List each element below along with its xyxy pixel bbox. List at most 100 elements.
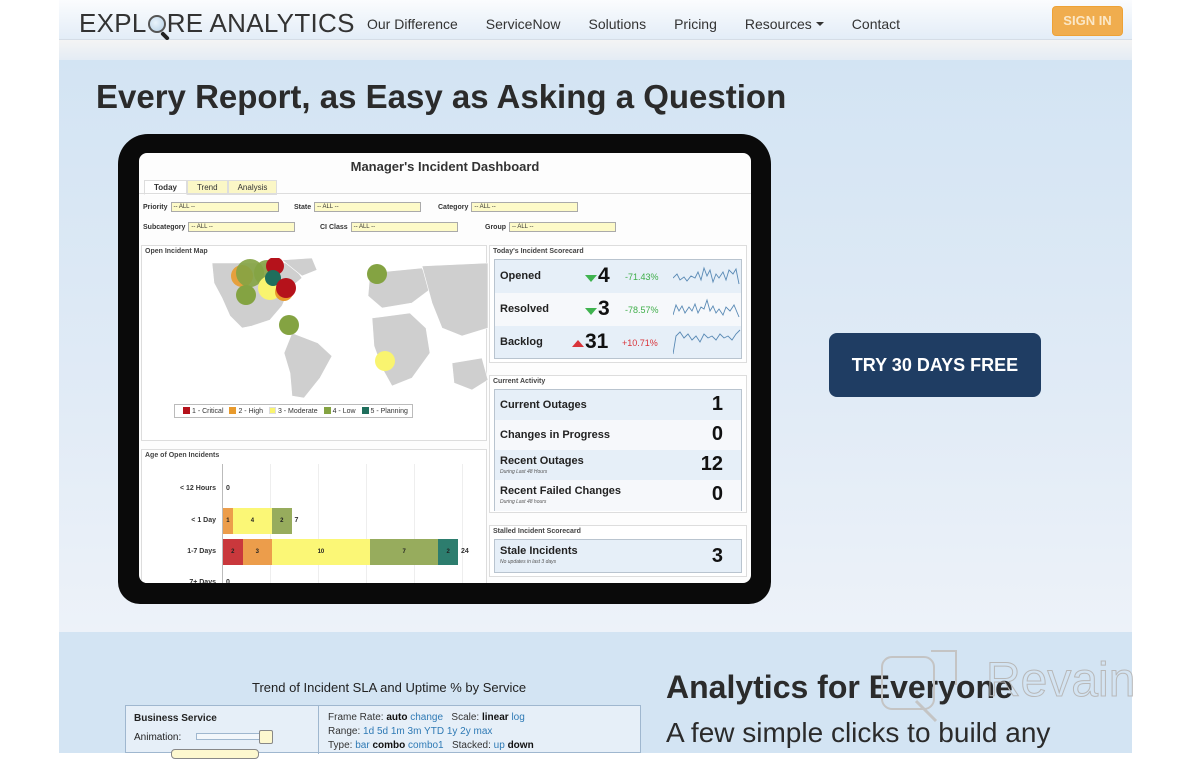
nav-solutions[interactable]: Solutions <box>588 16 646 32</box>
legend-label: 4 - Low <box>332 408 356 415</box>
range-3m-link[interactable]: 3m <box>408 726 422 737</box>
category-label: 7+ Days <box>189 579 216 583</box>
nav-our-difference[interactable]: Our Difference <box>367 16 458 32</box>
legend-label: 3 - Moderate <box>277 408 318 415</box>
nav-resources[interactable]: Resources <box>745 16 824 32</box>
activity-row: Current Outages 1 <box>495 390 741 420</box>
range-max-link[interactable]: max <box>474 726 493 737</box>
filter-select[interactable]: -- ALL -- <box>471 202 579 212</box>
sparkline-backlog <box>673 329 741 355</box>
row-value: 0 <box>711 423 723 445</box>
filter-category: Category -- ALL -- <box>438 202 579 212</box>
trend-title: Trend of Incident SLA and Uptime % by Se… <box>252 680 527 695</box>
range-1d-link[interactable]: 1d <box>363 726 374 737</box>
legend-label: 1 - Critical <box>192 408 224 415</box>
bar-segment: 10 <box>271 539 370 565</box>
range-controls: Range: 1d 5d 1m 3m YTD 1y 2y max <box>328 726 492 737</box>
bubble-low <box>236 285 256 305</box>
scale-log-link[interactable]: log <box>511 712 524 723</box>
logo-text-start: EXPL <box>79 8 147 38</box>
filter-label: Category <box>438 203 469 211</box>
tab-divider <box>139 193 751 194</box>
trend-down-icon <box>585 275 597 282</box>
stacked-down: down <box>507 740 534 751</box>
bar-total-label: 24 <box>461 548 469 555</box>
legend-swatch-high <box>229 407 237 414</box>
main-nav: Our Difference ServiceNow Solutions Pric… <box>367 16 928 32</box>
row-label: Stale Incidents <box>500 545 578 557</box>
bar-segment: 4 <box>232 508 272 534</box>
filter-subcategory: Subcategory -- ALL -- <box>143 222 296 232</box>
logo-text-end: RE ANALYTICS <box>166 8 355 38</box>
bar-segment: 7 <box>369 539 439 565</box>
legend-swatch-planning <box>361 407 369 414</box>
animation-slider-handle[interactable] <box>259 730 273 744</box>
frame-rate-change-link[interactable]: change <box>410 712 443 723</box>
dashboard-screenshot: Manager's Incident Dashboard Today Trend… <box>139 153 751 583</box>
scorecard-row-backlog: Backlog 31 +10.71% <box>495 326 741 359</box>
bar-total-label: 0 <box>226 485 230 492</box>
type-combo1-link[interactable]: combo1 <box>408 740 444 751</box>
business-service-panel: Business Service Animation: <box>126 706 319 759</box>
sign-in-button[interactable]: SIGN IN <box>1052 6 1123 36</box>
asia-shape <box>421 262 488 337</box>
nav-servicenow[interactable]: ServiceNow <box>486 16 561 32</box>
bar-segment: 2 <box>223 539 243 565</box>
legend-label: 2 - High <box>238 408 263 415</box>
stacked-up-link[interactable]: up <box>494 740 505 751</box>
row-label: Changes in Progress <box>500 429 611 441</box>
africa-shape <box>371 312 431 387</box>
type-bar-link[interactable]: bar <box>355 740 369 751</box>
panel-title: Current Activity <box>493 378 546 385</box>
row-sublabel: During Last 48 Hours <box>500 469 548 475</box>
gridline <box>414 464 415 583</box>
scorecard-row-opened: Opened 4 -71.43% <box>495 260 741 293</box>
filter-label: Priority <box>143 203 168 211</box>
gridline <box>318 464 319 583</box>
range-1y-link[interactable]: 1y <box>447 726 458 737</box>
bubble-low <box>367 264 387 284</box>
sparkline-resolved <box>673 298 740 318</box>
dashboard-title: Manager's Incident Dashboard <box>350 159 540 174</box>
row-label: Resolved <box>500 303 549 315</box>
magnifier-icon <box>147 15 166 33</box>
sparkline-opened <box>673 266 740 285</box>
analytics-subtitle: A few simple clicks to build any <box>666 717 1051 748</box>
type-label: Type: <box>328 740 353 751</box>
range-2y-link[interactable]: 2y <box>460 726 471 737</box>
stalled-scorecard-panel: Stalled Incident Scorecard Stale Inciden… <box>489 525 747 577</box>
australia-shape <box>451 357 488 391</box>
caret-down-icon <box>815 22 824 26</box>
frame-rate-value: auto <box>386 712 408 723</box>
filter-group: Group -- ALL -- <box>485 222 616 232</box>
bar-total-label: 0 <box>226 579 230 583</box>
filter-select[interactable]: -- ALL -- <box>170 202 279 212</box>
row-label: Opened <box>500 270 541 282</box>
filter-label: Subcategory <box>143 223 186 231</box>
filter-select[interactable]: -- ALL -- <box>509 222 616 232</box>
bar-segment: 3 <box>242 539 272 565</box>
logo[interactable]: EXPL RE ANALYTICS <box>79 8 355 39</box>
filter-ci-class: CI Class -- ALL -- <box>320 222 458 232</box>
filter-select[interactable]: -- ALL -- <box>188 222 296 232</box>
filter-state: State -- ALL -- <box>294 202 422 212</box>
frame-rate-label: Frame Rate: <box>328 712 384 723</box>
range-1m-link[interactable]: 1m <box>391 726 405 737</box>
service-input[interactable] <box>171 749 259 759</box>
range-5d-link[interactable]: 5d <box>377 726 388 737</box>
activity-row: Changes in Progress 0 <box>495 420 741 450</box>
map-legend: 1 - Critical 2 - High 3 - Moderate 4 - L… <box>174 404 413 418</box>
trend-up-icon <box>572 340 584 347</box>
filter-select[interactable]: -- ALL -- <box>350 222 458 232</box>
frame-rate-controls: Frame Rate: auto change Scale: linear lo… <box>328 712 525 723</box>
bar-total-label: 7 <box>294 517 299 524</box>
try-free-button[interactable]: TRY 30 DAYS FREE <box>829 333 1041 397</box>
range-ytd-link[interactable]: YTD <box>424 726 444 737</box>
category-label: < 12 Hours <box>180 485 216 492</box>
filter-select[interactable]: -- ALL -- <box>314 202 422 212</box>
nav-pricing[interactable]: Pricing <box>674 16 717 32</box>
filter-priority: Priority -- ALL -- <box>143 202 279 212</box>
top-nav-bar: EXPL RE ANALYTICS Our Difference ServiceN… <box>59 0 1132 40</box>
nav-contact[interactable]: Contact <box>852 16 900 32</box>
category-label: < 1 Day <box>191 517 216 524</box>
